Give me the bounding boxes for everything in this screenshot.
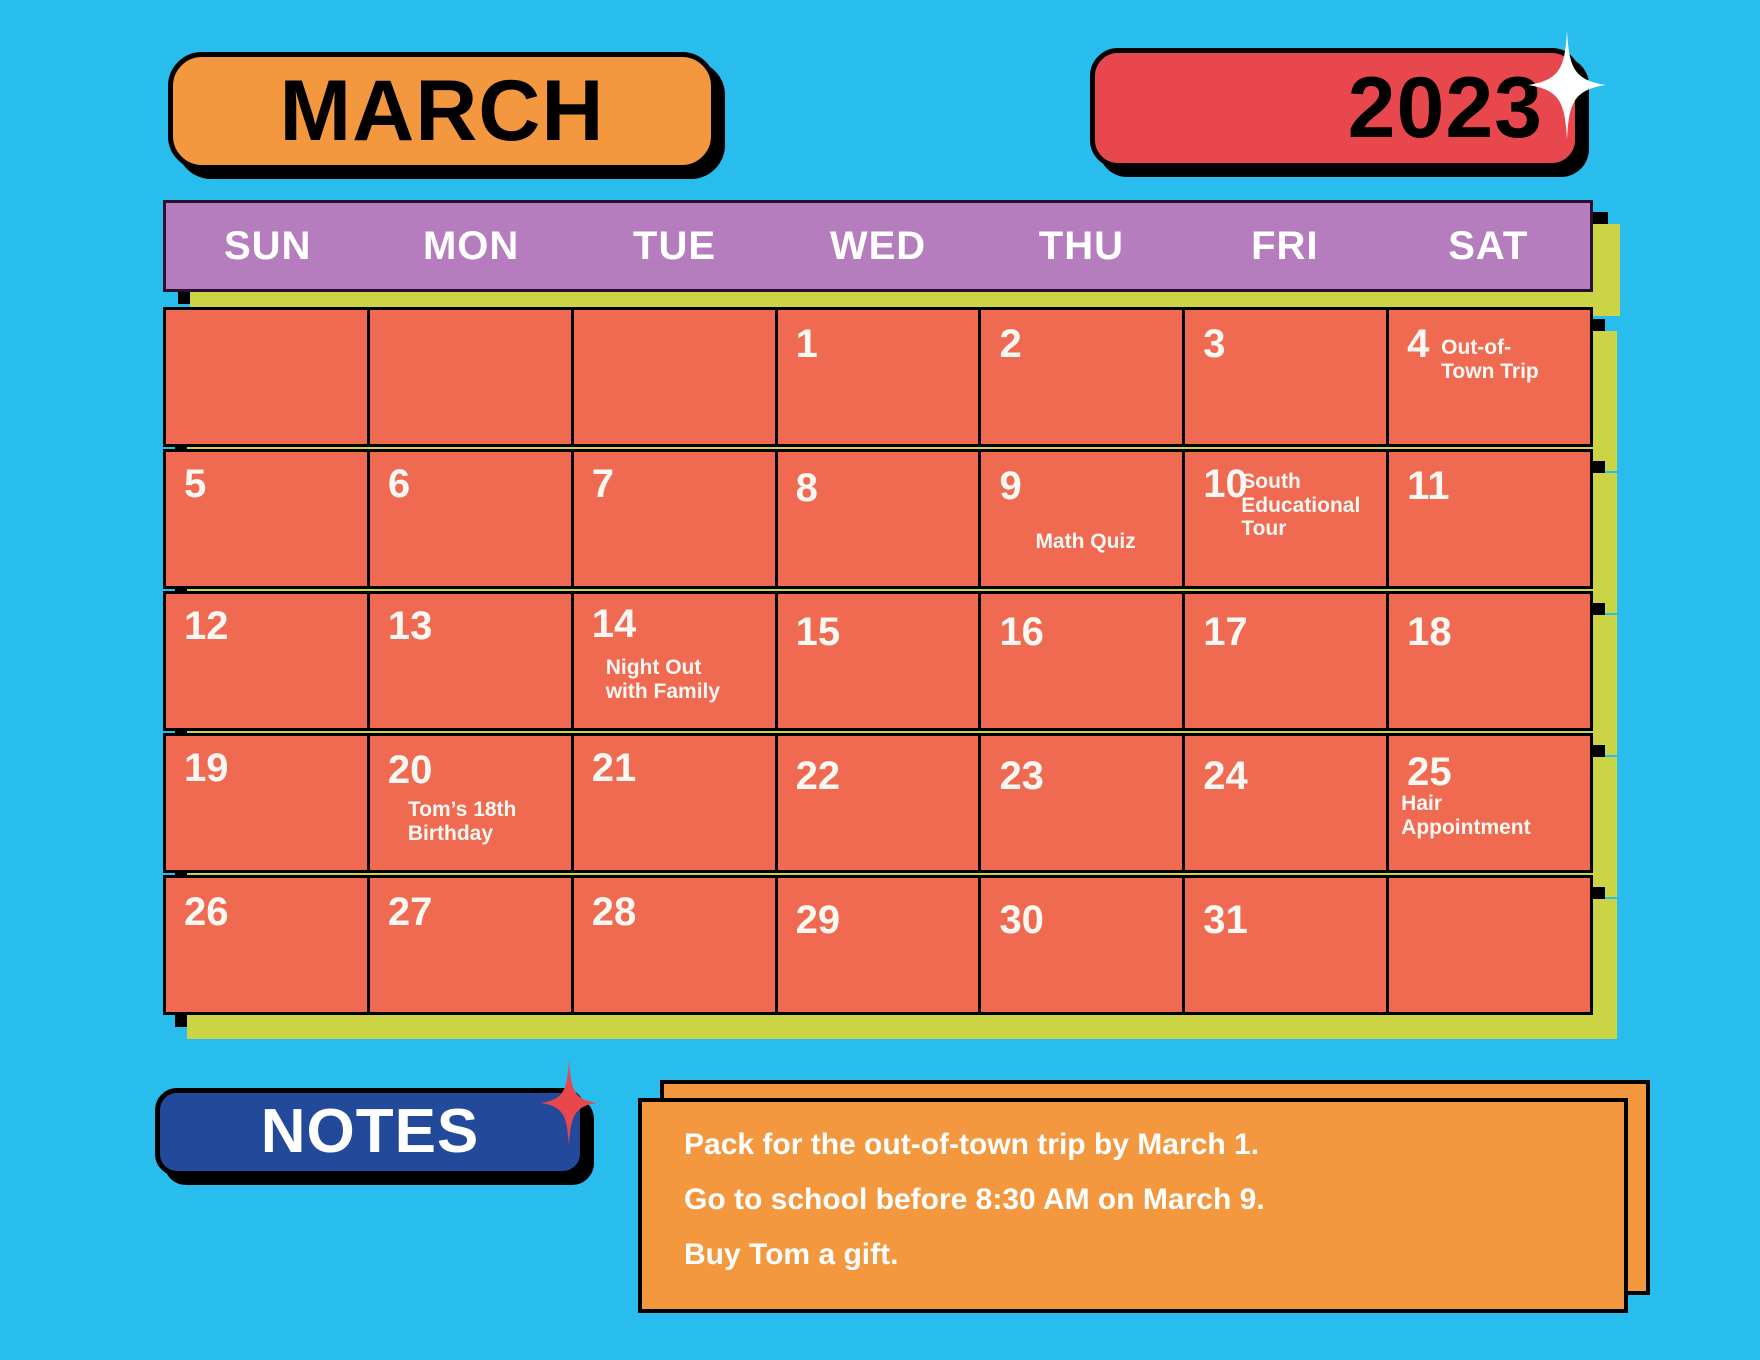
calendar-day-cell-24[interactable]: 24 (1185, 736, 1390, 870)
day-number: 31 (1203, 898, 1248, 942)
day-number: 4 (1407, 322, 1430, 366)
day-number: 14 (591, 602, 637, 646)
note-line: Go to school before 8:30 AM on March 9. (684, 1183, 1265, 1216)
calendar-day-cell-empty (370, 310, 574, 444)
day-number: 3 (1203, 322, 1226, 366)
day-number: 8 (795, 466, 818, 510)
day-number: 24 (1203, 754, 1248, 798)
calendar-day-cell-22[interactable]: 22 (778, 736, 982, 870)
note-line: Pack for the out-of-town trip by March 1… (684, 1128, 1260, 1161)
note-line: Buy Tom a gift. (684, 1238, 899, 1271)
calendar-week-row: 5 6 7 8 9 Math Quiz 10 South Educational Tour 11 (163, 449, 1593, 589)
day-event-label: Out-of- Town Trip (1441, 336, 1539, 383)
calendar-week-row: 19 20 Tom’s 18th Birthday 21 22 23 24 25 Hair Ap… (163, 733, 1593, 873)
weekday-header-tue: TUE (633, 223, 717, 268)
calendar-day-cell-4[interactable]: 4 Out-of- Town Trip (1389, 310, 1590, 444)
weekday-header-fri: FRI (1251, 223, 1319, 268)
calendar-week-row: 12 13 14 Night Out with Family 15 16 17 18 (163, 591, 1593, 731)
calendar-week-row: 26 27 28 29 30 31 (163, 875, 1593, 1015)
calendar-day-cell-16[interactable]: 16 (981, 594, 1186, 728)
day-number: 16 (999, 610, 1044, 654)
calendar-day-cell-6[interactable]: 6 (370, 452, 574, 586)
weekday-header-sat: SAT (1448, 223, 1529, 268)
day-number: 11 (1407, 464, 1450, 508)
day-number: 9 (999, 464, 1022, 508)
calendar-day-cell-1[interactable]: 1 (778, 310, 982, 444)
day-number: 2 (999, 322, 1022, 366)
calendar-day-cell-29[interactable]: 29 (778, 878, 982, 1012)
weekday-header-sun: SUN (223, 223, 312, 268)
calendar-day-cell-5[interactable]: 5 (166, 452, 370, 586)
day-number: 1 (795, 322, 818, 366)
day-number: 28 (591, 890, 637, 934)
calendar-day-cell-11[interactable]: 11 (1389, 452, 1590, 586)
calendar-day-cell-28[interactable]: 28 (574, 878, 778, 1012)
day-event-label: Math Quiz (1035, 530, 1136, 553)
day-number: 25 (1407, 750, 1452, 794)
day-number: 6 (387, 462, 411, 506)
calendar-day-cell-21[interactable]: 21 (574, 736, 778, 870)
calendar-day-cell-19[interactable]: 19 (166, 736, 370, 870)
weekday-header-row: SUN MON TUE WED THU FRI SAT (163, 200, 1593, 292)
calendar-day-cell-23[interactable]: 23 (981, 736, 1186, 870)
notes-title: NOTES (260, 1097, 480, 1166)
day-number: 7 (591, 462, 614, 506)
calendar-day-cell-31[interactable]: 31 (1185, 878, 1390, 1012)
calendar-day-cell-17[interactable]: 17 (1185, 594, 1390, 728)
calendar-day-cell-empty (166, 310, 370, 444)
calendar-day-cell-15[interactable]: 15 (778, 594, 982, 728)
day-number: 27 (387, 890, 433, 934)
weekday-header-mon: MON (422, 223, 520, 268)
notes-badge[interactable]: NOTES (155, 1088, 585, 1176)
calendar-day-cell-20[interactable]: 20 Tom’s 18th Birthday (370, 736, 574, 870)
day-number: 17 (1203, 610, 1248, 654)
day-number: 12 (184, 604, 229, 648)
calendar-day-cell-27[interactable]: 27 (370, 878, 574, 1012)
calendar-day-cell-2[interactable]: 2 (981, 310, 1186, 444)
day-number: 30 (999, 898, 1044, 942)
calendar-day-cell-13[interactable]: 13 (370, 594, 574, 728)
day-event-label: Night Out with Family (605, 656, 721, 703)
calendar-day-cell-8[interactable]: 8 (778, 452, 982, 586)
day-number: 29 (795, 898, 841, 942)
day-number: 15 (795, 610, 841, 654)
calendar-week-row: 1 2 3 4 Out-of- Town Trip (163, 307, 1593, 447)
calendar-day-cell-18[interactable]: 18 (1389, 594, 1590, 728)
weekday-header-thu: THU (1038, 223, 1124, 268)
calendar-day-cell-12[interactable]: 12 (166, 594, 370, 728)
notes-box[interactable]: Pack for the out-of-town trip by March 1… (638, 1098, 1628, 1313)
calendar-day-cell-empty (574, 310, 778, 444)
day-number: 22 (795, 754, 841, 798)
calendar-day-cell-30[interactable]: 30 (981, 878, 1186, 1012)
calendar-day-cell-7[interactable]: 7 (574, 452, 778, 586)
calendar-day-cell-10[interactable]: 10 South Educational Tour (1185, 452, 1390, 586)
calendar-day-cell-9[interactable]: 9 Math Quiz (981, 452, 1186, 586)
day-number: 13 (387, 604, 433, 648)
day-number: 19 (184, 746, 229, 790)
day-number: 18 (1407, 610, 1452, 654)
day-number: 5 (184, 462, 207, 506)
day-event-label: Hair Appointment (1401, 792, 1531, 839)
weekday-header-wed: WED (829, 223, 927, 268)
calendar-day-cell-empty (1389, 878, 1590, 1012)
calendar-day-cell-3[interactable]: 3 (1185, 310, 1390, 444)
day-event-label: Tom’s 18th Birthday (407, 798, 517, 845)
day-number: 23 (999, 754, 1044, 798)
calendar-day-cell-26[interactable]: 26 (166, 878, 370, 1012)
calendar-day-cell-25[interactable]: 25 Hair Appointment (1389, 736, 1590, 870)
day-event-label: South Educational Tour (1241, 470, 1361, 541)
calendar-day-cell-14[interactable]: 14 Night Out with Family (574, 594, 778, 728)
day-number: 21 (591, 746, 637, 790)
day-number: 20 (387, 748, 433, 792)
day-number: 26 (184, 890, 229, 934)
